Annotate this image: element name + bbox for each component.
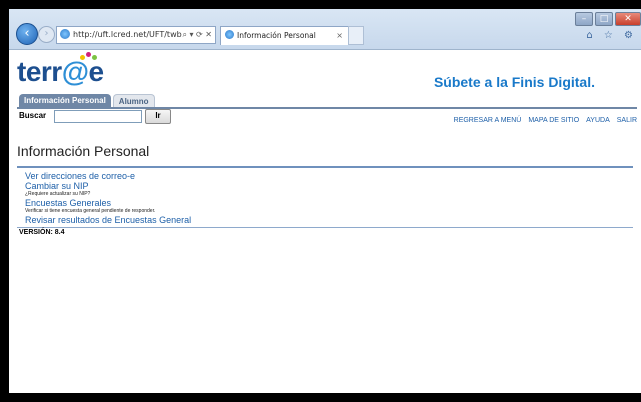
- link-mapa-sitio[interactable]: MAPA DE SITIO: [528, 117, 579, 124]
- link-regresar-menu[interactable]: REGRESAR A MENÚ: [454, 117, 522, 124]
- version-label: VERSIÓN: 8.4: [19, 229, 65, 236]
- browser-window: ‹ › http://uft.lcred.net/UFT/twb ⌕ ▾ ⟳ ✕…: [9, 9, 641, 393]
- menu-list: Ver direcciones de correo-e Cambiar su N…: [25, 171, 191, 225]
- link-salir[interactable]: SALIR: [617, 117, 637, 124]
- web-page: terr@e Súbete a la Finis Digital. Inform…: [9, 50, 641, 393]
- window-controls: – □ ✕: [573, 12, 641, 26]
- tab-alumno[interactable]: Alumno: [112, 94, 155, 107]
- close-window-icon[interactable]: ✕: [615, 12, 641, 26]
- menu-desc-encuestas-generales: Verificar si tiene encuesta general pend…: [25, 208, 156, 214]
- menu-desc-cambiar-nip: ¿Requiere actualizar su NIP?: [25, 191, 91, 197]
- logo-text-end: e: [88, 56, 105, 87]
- page-title: Información Personal: [17, 143, 150, 159]
- ie-page-icon: [60, 29, 70, 39]
- search-label: Buscar: [19, 111, 47, 120]
- title-divider: [17, 166, 633, 168]
- forward-arrow-icon[interactable]: ›: [38, 26, 55, 43]
- home-favorites-settings-icons[interactable]: ⌂ ☆ ⚙: [586, 30, 637, 41]
- terrae-logo[interactable]: terr@e: [17, 56, 104, 88]
- bottom-divider: [17, 227, 633, 228]
- browser-toolbar: ‹ › http://uft.lcred.net/UFT/twb ⌕ ▾ ⟳ ✕…: [9, 9, 641, 50]
- address-tools-icon[interactable]: ⌕ ▾ ⟳ ✕: [182, 27, 212, 43]
- address-bar[interactable]: http://uft.lcred.net/UFT/twb ⌕ ▾ ⟳ ✕: [56, 26, 216, 44]
- logo-text-at: @: [61, 56, 89, 87]
- top-links: REGRESAR A MENÚ MAPA DE SITIO AYUDA SALI…: [447, 117, 637, 124]
- site-tagline: Súbete a la Finis Digital.: [433, 74, 595, 90]
- ie-tab-icon: [225, 30, 234, 39]
- menu-item-ver-direcciones[interactable]: Ver direcciones de correo-e: [25, 171, 191, 181]
- new-tab-button[interactable]: [348, 26, 364, 45]
- logo-text-start: terr: [17, 56, 62, 87]
- site-tabs: Información Personal Alumno: [19, 94, 157, 107]
- address-url[interactable]: http://uft.lcred.net/UFT/twb: [73, 30, 182, 39]
- minimize-icon[interactable]: –: [575, 12, 593, 26]
- menu-item-cambiar-nip[interactable]: Cambiar su NIP: [25, 181, 191, 191]
- link-ayuda[interactable]: AYUDA: [586, 117, 610, 124]
- menu-item-encuestas-generales[interactable]: Encuestas Generales: [25, 198, 191, 208]
- search-go-button[interactable]: Ir: [145, 109, 171, 124]
- tab-title: Información Personal: [237, 31, 316, 40]
- menu-item-revisar-resultados[interactable]: Revisar resultados de Encuestas General: [25, 215, 191, 225]
- tab-underline: [17, 107, 637, 109]
- search-input[interactable]: [54, 110, 142, 123]
- back-arrow-icon[interactable]: ‹: [16, 23, 38, 45]
- tab-close-icon[interactable]: ×: [336, 27, 343, 45]
- browser-tab[interactable]: Información Personal ×: [220, 26, 350, 45]
- maximize-icon[interactable]: □: [595, 12, 613, 26]
- tab-informacion-personal[interactable]: Información Personal: [19, 94, 111, 107]
